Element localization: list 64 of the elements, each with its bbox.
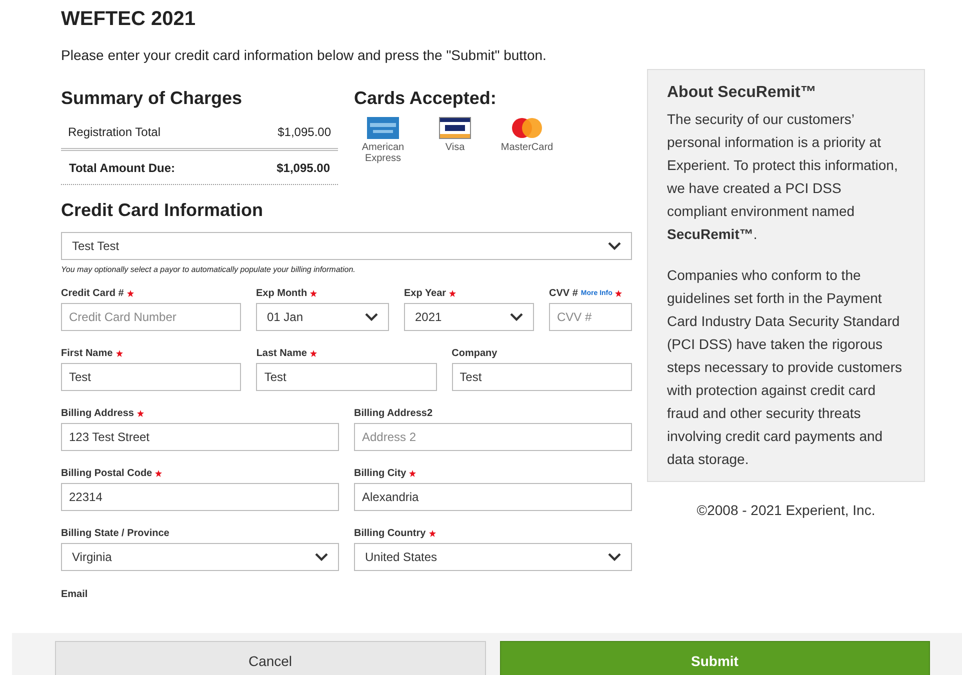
input-field[interactable]: Test	[256, 363, 437, 391]
dropdown-field[interactable]: 2021	[404, 303, 534, 331]
field-label: Billing City	[354, 468, 406, 478]
required-icon	[409, 470, 416, 476]
section-heading: Cards Accepted:	[354, 87, 498, 109]
charge-label: Total Amount Due:	[69, 160, 175, 174]
charge-amount: $1,095.00	[278, 124, 331, 138]
dropdown-field[interactable]: Virginia	[61, 543, 339, 571]
payor-select[interactable]: Test Test	[61, 232, 632, 260]
input-field[interactable]: Address 2	[354, 423, 632, 451]
input-field[interactable]: 123 Test Street	[61, 423, 339, 451]
field-label: CVV #	[549, 288, 578, 298]
visa-card-icon	[439, 117, 471, 139]
chevron-down-icon	[608, 242, 621, 250]
required-icon	[449, 290, 456, 296]
dropdown-field[interactable]: United States	[354, 543, 632, 571]
field-label: Billing State / Province	[61, 528, 170, 538]
intro-text: Please enter your credit card information below and press the "Submit" button.	[61, 47, 548, 63]
dropdown-field[interactable]: 01 Jan	[256, 303, 389, 331]
input-field[interactable]: Credit Card Number	[61, 303, 241, 331]
panel-paragraph: Companies who conform to the guidelines set forth in the Payment Card Industry Data Security Standard (PCI DSS) have taken the rigorous steps necessary to provide customers with protection against credit card fraud and other security threats involving credit card payments and data storage.	[667, 266, 903, 469]
chevron-down-icon	[608, 553, 621, 561]
copyright-text: ©2008 - 2021 Experient, Inc.	[696, 502, 876, 518]
required-icon	[310, 350, 317, 356]
field-label: Exp Year	[404, 288, 446, 298]
field-label: Billing Postal Code	[61, 468, 152, 478]
section-heading: Credit Card Information	[61, 199, 264, 221]
input-field[interactable]: Alexandria	[354, 483, 632, 511]
required-icon	[155, 470, 162, 476]
chevron-down-icon	[315, 553, 328, 561]
panel-heading: About SecuRemit™	[667, 84, 818, 102]
field-label: Billing Address	[61, 408, 134, 418]
field-label: Email	[61, 589, 88, 600]
required-icon	[615, 290, 622, 296]
section-heading: Summary of Charges	[61, 87, 244, 109]
input-field[interactable]: CVV #	[549, 303, 632, 331]
card-caption: MasterCard	[500, 142, 554, 153]
card-caption: Visa	[445, 142, 465, 153]
required-icon	[136, 410, 144, 416]
field-label: Credit Card #	[61, 288, 124, 298]
field-label: First Name	[61, 348, 113, 358]
input-field[interactable]: Test	[61, 363, 242, 391]
card-caption: American Express	[360, 142, 406, 164]
mastercard-icon	[510, 117, 544, 139]
page-title: WEFTEC 2021	[61, 7, 196, 32]
field-label: Last Name	[256, 348, 307, 358]
chevron-down-icon	[365, 313, 378, 321]
input-field[interactable]: Test	[452, 363, 632, 391]
hint-text: You may optionally select a payor to automatically populate your billing information.	[61, 265, 356, 274]
chevron-down-icon	[510, 313, 523, 321]
required-icon	[310, 290, 318, 296]
required-icon	[126, 290, 134, 296]
field-label: Billing Country	[354, 528, 426, 538]
required-icon	[116, 350, 123, 356]
cancel-button[interactable]: Cancel	[55, 641, 486, 675]
input-field[interactable]: 22314	[61, 483, 339, 511]
required-icon	[428, 530, 436, 536]
amex-card-icon	[367, 117, 399, 139]
field-label: Company	[452, 348, 498, 358]
charge-label: Registration Total	[68, 124, 160, 138]
panel-paragraph: The security of our customers’ personal information is a priority at Experient. To protect this information, we have created a PCI DSS compliant environment named SecuRemit™.	[667, 110, 899, 244]
field-label: Exp Month	[256, 288, 308, 298]
field-label: Billing Address2	[354, 408, 433, 418]
charge-amount: $1,095.00	[276, 160, 330, 174]
